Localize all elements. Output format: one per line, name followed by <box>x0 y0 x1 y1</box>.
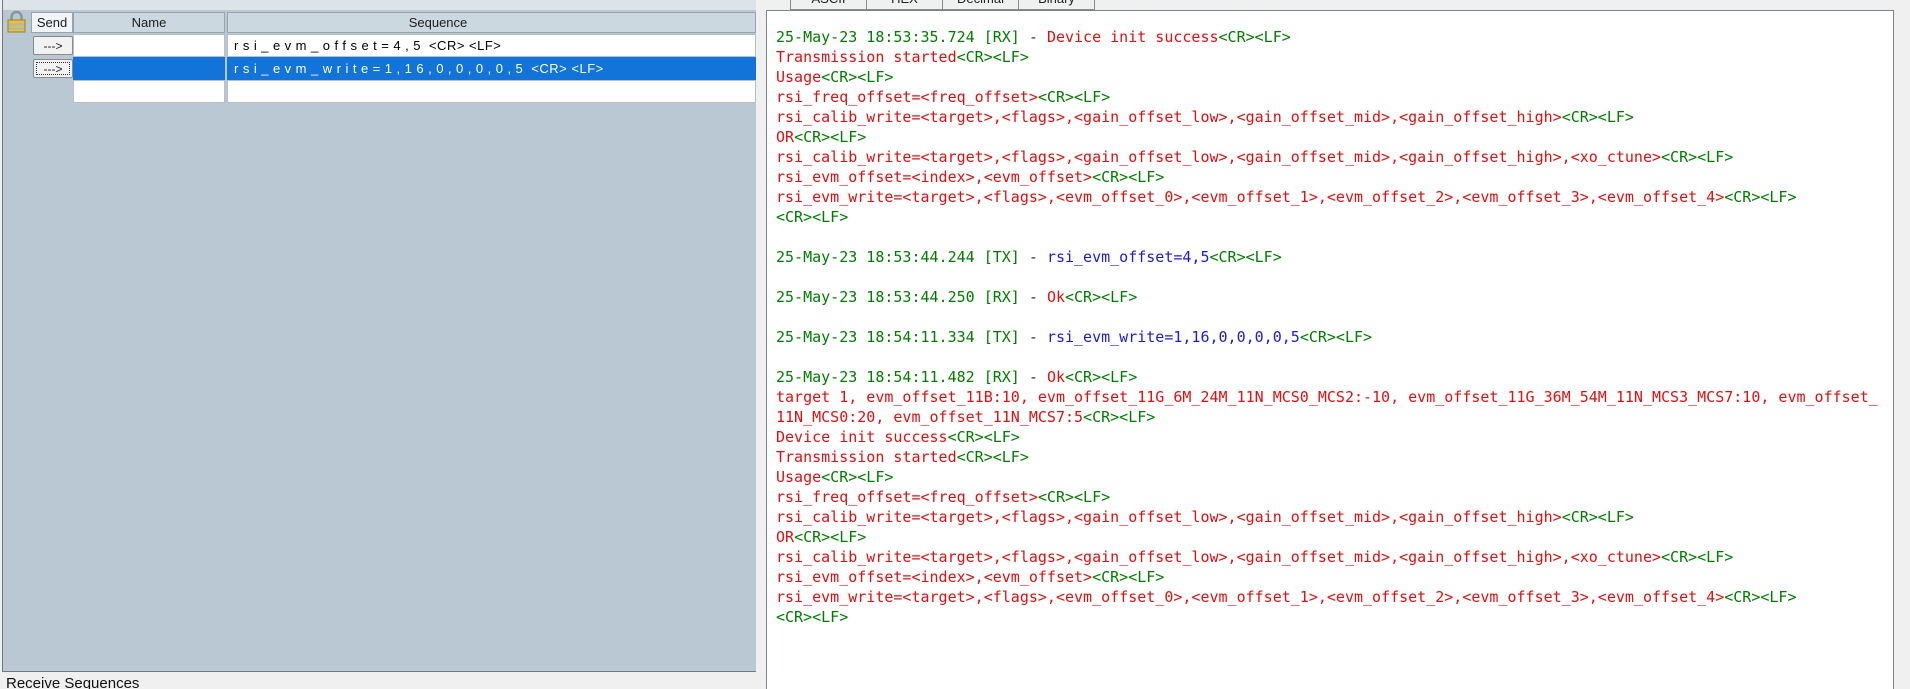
send-button-row1[interactable]: ---> <box>33 36 73 55</box>
sequence-suffix-row1: <CR> <LF> <box>429 38 501 53</box>
log-line: rsi_evm_offset=<index>,<evm_offset><CR><… <box>776 167 1878 187</box>
log-line: rsi_calib_write=<target>,<flags>,<gain_o… <box>776 147 1878 167</box>
log-line: <CR><LF> <box>776 207 1878 227</box>
sequence-column-header: Sequence <box>227 12 756 33</box>
log-line: rsi_freq_offset=<freq_offset><CR><LF> <box>776 487 1878 507</box>
sequence-text-row1: rsi_evm_offset=4,5 <box>234 38 425 53</box>
log-line: Device init success<CR><LF> <box>776 427 1878 447</box>
log-line: OR<CR><LF> <box>776 527 1878 547</box>
sequence-cell-row2[interactable]: rsi_evm_write=1,16,0,0,0,0,5 <CR> <LF> <box>227 57 756 80</box>
log-line: 25-May-23 18:53:44.244 [TX] - rsi_evm_of… <box>776 247 1878 267</box>
app-window: Send Name Sequence ---> rsi_evm_offset=4… <box>0 0 1910 689</box>
name-column-header: Name <box>73 12 225 33</box>
log-line: Transmission started<CR><LF> <box>776 447 1878 467</box>
log-line: 25-May-23 18:53:44.250 [RX] - Ok<CR><LF> <box>776 287 1878 307</box>
log-line: Transmission started<CR><LF> <box>776 47 1878 67</box>
send-sequences-panel: Send Name Sequence ---> rsi_evm_offset=4… <box>2 0 756 672</box>
log-line <box>776 307 1878 327</box>
log-line: rsi_calib_write=<target>,<flags>,<gain_o… <box>776 547 1878 567</box>
log-line: OR<CR><LF> <box>776 127 1878 147</box>
log-line: rsi_evm_write=<target>,<flags>,<evm_offs… <box>776 187 1878 207</box>
log-line: 25-May-23 18:54:11.334 [TX] - rsi_evm_wr… <box>776 327 1878 347</box>
tab-ascii[interactable]: ASCII <box>790 0 867 10</box>
tab-binary[interactable]: Binary <box>1018 0 1095 10</box>
name-cell-row1[interactable] <box>73 34 225 57</box>
log-line: rsi_evm_write=<target>,<flags>,<evm_offs… <box>776 587 1878 607</box>
log-line: rsi_evm_offset=<index>,<evm_offset><CR><… <box>776 567 1878 587</box>
tab-hex[interactable]: HEX <box>866 0 943 10</box>
sequence-text-row2: rsi_evm_write=1,16,0,0,0,0,5 <box>234 61 527 76</box>
send-column-header[interactable]: Send <box>31 12 73 33</box>
sequence-suffix-row2: <CR> <LF> <box>531 61 603 76</box>
log-line: Usage<CR><LF> <box>776 467 1878 487</box>
sequence-column-header-label: Sequence <box>228 13 648 32</box>
log-line: 25-May-23 18:54:11.482 [RX] - Ok<CR><LF> <box>776 367 1878 387</box>
log-line <box>776 267 1878 287</box>
sequence-cell-row3[interactable] <box>227 80 756 103</box>
name-cell-row2[interactable] <box>73 57 225 80</box>
log-line: Usage<CR><LF> <box>776 67 1878 87</box>
lock-icon <box>5 9 29 35</box>
log-line: rsi_calib_write=<target>,<flags>,<gain_o… <box>776 107 1878 127</box>
send-button-row2[interactable]: ---> <box>33 59 73 78</box>
log-line: <CR><LF> <box>776 607 1878 627</box>
receive-sequences-label: Receive Sequences <box>6 675 139 689</box>
communication-log[interactable]: 25-May-23 18:53:35.724 [RX] - Device ini… <box>766 10 1894 689</box>
sequence-cell-row1[interactable]: rsi_evm_offset=4,5 <CR> <LF> <box>227 34 756 57</box>
log-line: 11N_MCS0:20, evm_offset_11N_MCS7:5<CR><L… <box>776 407 1878 427</box>
log-line: rsi_calib_write=<target>,<flags>,<gain_o… <box>776 507 1878 527</box>
log-line: 25-May-23 18:53:35.724 [RX] - Device ini… <box>776 27 1878 47</box>
log-line: rsi_freq_offset=<freq_offset><CR><LF> <box>776 87 1878 107</box>
log-line <box>776 227 1878 247</box>
log-content: 25-May-23 18:53:35.724 [RX] - Device ini… <box>776 27 1878 627</box>
name-cell-row3[interactable] <box>73 80 225 103</box>
log-line: target 1, evm_offset_11B:10, evm_offset_… <box>776 387 1878 407</box>
tab-decimal[interactable]: Decimal <box>942 0 1019 10</box>
panel-top-strip <box>3 0 756 10</box>
log-line <box>776 347 1878 367</box>
